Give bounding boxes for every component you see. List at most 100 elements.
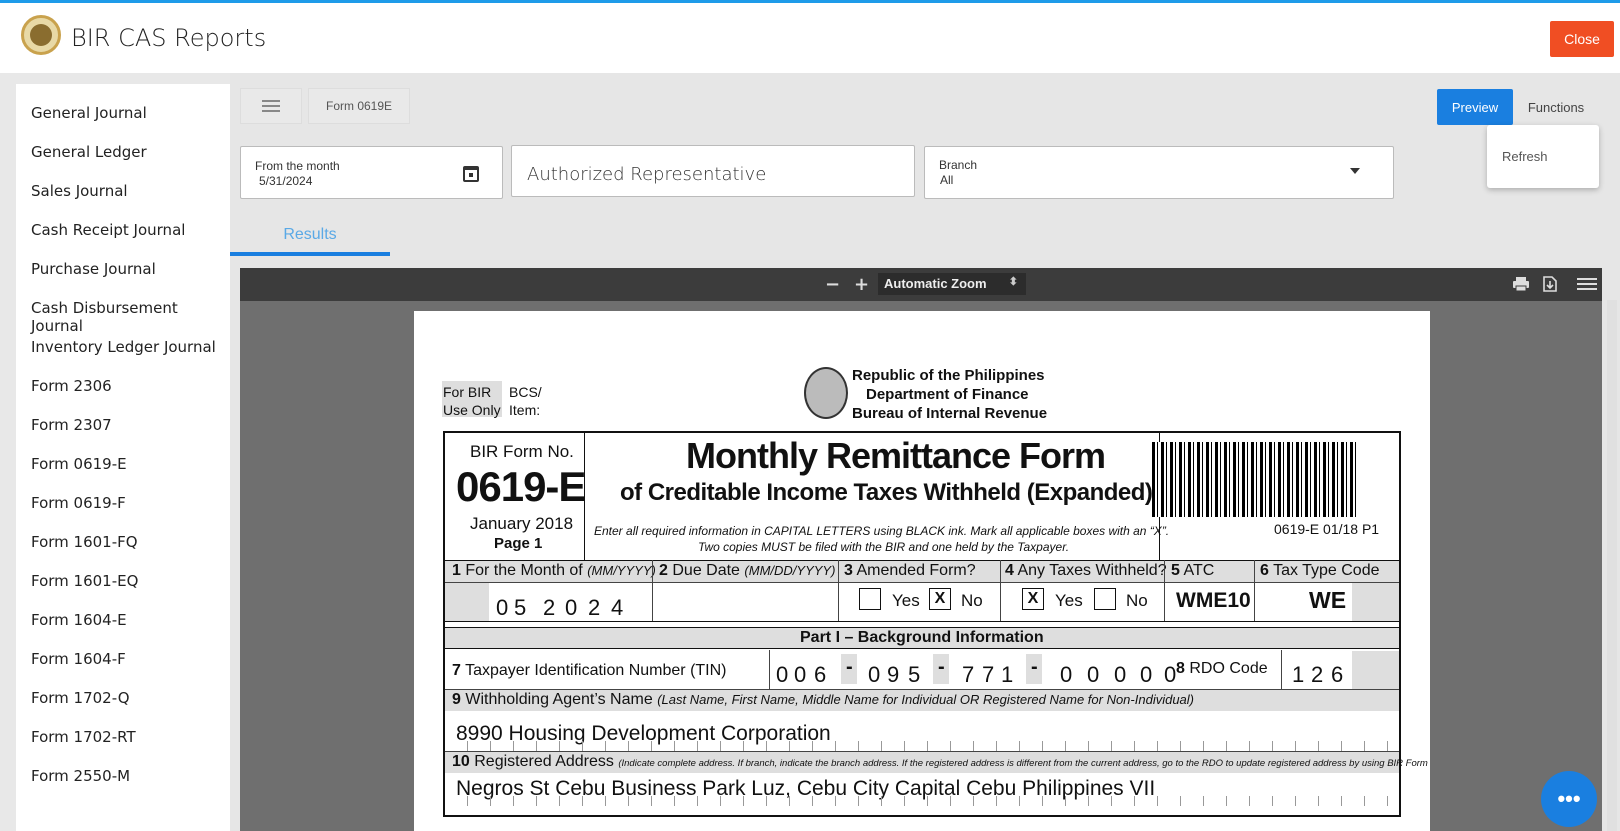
tin-digit-2: 0 <box>794 662 807 687</box>
tab-form-0619e[interactable]: Form 0619E <box>308 88 410 124</box>
sidebar-item-form-2307[interactable]: Form 2307 <box>31 416 112 434</box>
tin-digit-3: 6 <box>814 662 827 687</box>
month-digit-6: 4 <box>611 595 624 620</box>
functions-menu: Refresh <box>1487 125 1599 188</box>
branch-select[interactable]: Branch All <box>924 146 1394 199</box>
more-actions-button[interactable]: ••• <box>1541 771 1597 827</box>
item5-num: 5 <box>1171 562 1180 579</box>
form-no-label: BIR Form No. <box>470 442 574 461</box>
tab-results[interactable]: Results <box>230 220 390 256</box>
amended-yes-checkbox[interactable] <box>859 588 881 610</box>
item8-num: 8 <box>1176 660 1185 677</box>
sidebar-item-cash-disbursement-journal[interactable]: Cash Disbursement Journal <box>31 299 230 335</box>
item9-label: Withholding Agent’s Name <box>465 691 653 708</box>
tin-digit-11: 0 <box>1087 662 1100 687</box>
withheld-yes-checkbox[interactable]: X <box>1022 588 1044 610</box>
sidebar-item-form-1604-f[interactable]: Form 1604-F <box>31 650 126 668</box>
preview-button[interactable]: Preview <box>1437 89 1513 125</box>
item1-format: (MM/YYYY) <box>587 563 656 578</box>
department-line: Department of Finance <box>866 386 1029 403</box>
zoom-in-button[interactable]: + <box>854 274 869 295</box>
tin-dash-2: - <box>938 656 945 678</box>
barcode-code: 0619-E 01/18 P1 <box>1274 521 1380 537</box>
tin-digit-14: 0 <box>1164 662 1177 687</box>
item7-label: Taxpayer Identification Number (TIN) <box>465 662 727 679</box>
tools-menu-icon[interactable] <box>1576 276 1598 292</box>
zoom-out-button[interactable]: − <box>825 274 840 295</box>
tin-digit-10: 0 <box>1060 662 1073 687</box>
pdf-page: For BIR Use Only BCS/ Item: Republic of … <box>414 311 1430 831</box>
zoom-value: Automatic Zoom <box>884 276 987 291</box>
amended-no-checkbox[interactable]: X <box>929 588 951 610</box>
part1-title: Part I – Background Information <box>800 629 1044 646</box>
rdo-digit-3: 6 <box>1331 662 1344 687</box>
month-digit-4: 0 <box>565 595 578 620</box>
withheld-no-checkbox[interactable] <box>1094 588 1116 610</box>
sidebar-item-form-1702-q[interactable]: Form 1702-Q <box>31 689 130 707</box>
for-bir-use-only: For BIR Use Only <box>443 384 501 418</box>
tin-dash-1: - <box>846 656 853 678</box>
sidebar-item-form-0619-f[interactable]: Form 0619-F <box>31 494 126 512</box>
item3-num: 3 <box>844 562 853 579</box>
sidebar-item-general-ledger[interactable]: General Ledger <box>31 143 147 161</box>
sidebar-item-general-journal[interactable]: General Journal <box>31 104 147 122</box>
month-value: 5/31/2024 <box>259 174 313 188</box>
tin-digit-12: 0 <box>1114 662 1127 687</box>
republic-line: Republic of the Philippines <box>852 367 1045 384</box>
viewer-scrollbar[interactable] <box>1607 300 1617 831</box>
form-number: 0619-E <box>456 463 586 510</box>
menu-toggle-button[interactable] <box>240 88 302 124</box>
item9-note: (Last Name, First Name, Middle Name for … <box>657 692 1194 707</box>
download-icon[interactable] <box>1541 276 1559 292</box>
bcs-item: BCS/ Item: <box>509 384 542 418</box>
withheld-yes-label: Yes <box>1055 591 1083 610</box>
month-label: From the month <box>255 159 340 173</box>
menu-item-refresh[interactable]: Refresh <box>1502 149 1548 164</box>
representative-field[interactable]: Authorized Representative <box>511 145 915 197</box>
app-title: BIR CAS Reports <box>71 24 267 52</box>
item1-num: 1 <box>452 562 461 579</box>
sidebar-item-purchase-journal[interactable]: Purchase Journal <box>31 260 156 278</box>
calendar-icon[interactable] <box>463 166 479 182</box>
month-picker[interactable]: From the month 5/31/2024 <box>240 146 503 199</box>
sidebar-item-form-1702-rt[interactable]: Form 1702-RT <box>31 728 136 746</box>
branch-value: All <box>940 173 954 187</box>
sidebar-item-form-1601-fq[interactable]: Form 1601-FQ <box>31 533 138 551</box>
withheld-no-label: No <box>1126 591 1148 610</box>
form-page: Page 1 <box>494 535 543 552</box>
branch-label: Branch <box>939 158 978 172</box>
month-digit-3: 2 <box>543 595 556 620</box>
item10-label: Registered Address <box>474 753 614 770</box>
item2-format: (MM/DD/YYYY) <box>744 563 836 578</box>
item5-label: ATC <box>1183 562 1215 579</box>
tin-digit-6: 5 <box>908 662 921 687</box>
item2-label: Due Date <box>672 562 740 579</box>
zoom-select[interactable]: Automatic Zoom ⬍ <box>878 273 1026 295</box>
print-icon[interactable] <box>1512 276 1530 292</box>
tin-digit-1: 0 <box>776 662 789 687</box>
representative-value: Authorized Representative <box>527 164 767 185</box>
month-digit-5: 2 <box>588 595 601 620</box>
item3-label: Amended Form? <box>856 562 976 579</box>
form-subtitle: of Creditable Income Taxes Withheld (Exp… <box>620 479 1153 506</box>
tin-digit-4: 0 <box>868 662 881 687</box>
item10-note: (Indicate complete address. If branch, i… <box>618 758 1430 769</box>
month-digit-1: 0 <box>496 595 509 620</box>
sidebar-item-form-0619-e[interactable]: Form 0619-E <box>31 455 127 473</box>
sidebar-item-form-2550-m[interactable]: Form 2550-M <box>31 767 130 785</box>
close-button[interactable]: Close <box>1550 21 1614 57</box>
form-title: Monthly Remittance Form <box>686 435 1106 476</box>
item9-num: 9 <box>452 691 461 708</box>
sidebar-item-sales-journal[interactable]: Sales Journal <box>31 182 128 200</box>
app-header: BIR CAS Reports Close <box>0 3 1620 73</box>
item4-label: Any Taxes Withheld? <box>1017 562 1167 579</box>
item6-num: 6 <box>1260 562 1269 579</box>
sidebar-item-cash-receipt-journal[interactable]: Cash Receipt Journal <box>31 221 185 239</box>
item6-label: Tax Type Code <box>1273 562 1380 579</box>
sidebar-item-form-2306[interactable]: Form 2306 <box>31 377 112 395</box>
tin-digit-8: 7 <box>982 662 995 687</box>
sidebar-item-inventory-ledger-journal[interactable]: Inventory Ledger Journal <box>31 338 216 356</box>
sidebar-item-form-1604-e[interactable]: Form 1604-E <box>31 611 127 629</box>
functions-button[interactable]: Functions <box>1521 89 1591 125</box>
sidebar-item-form-1601-eq[interactable]: Form 1601-EQ <box>31 572 138 590</box>
